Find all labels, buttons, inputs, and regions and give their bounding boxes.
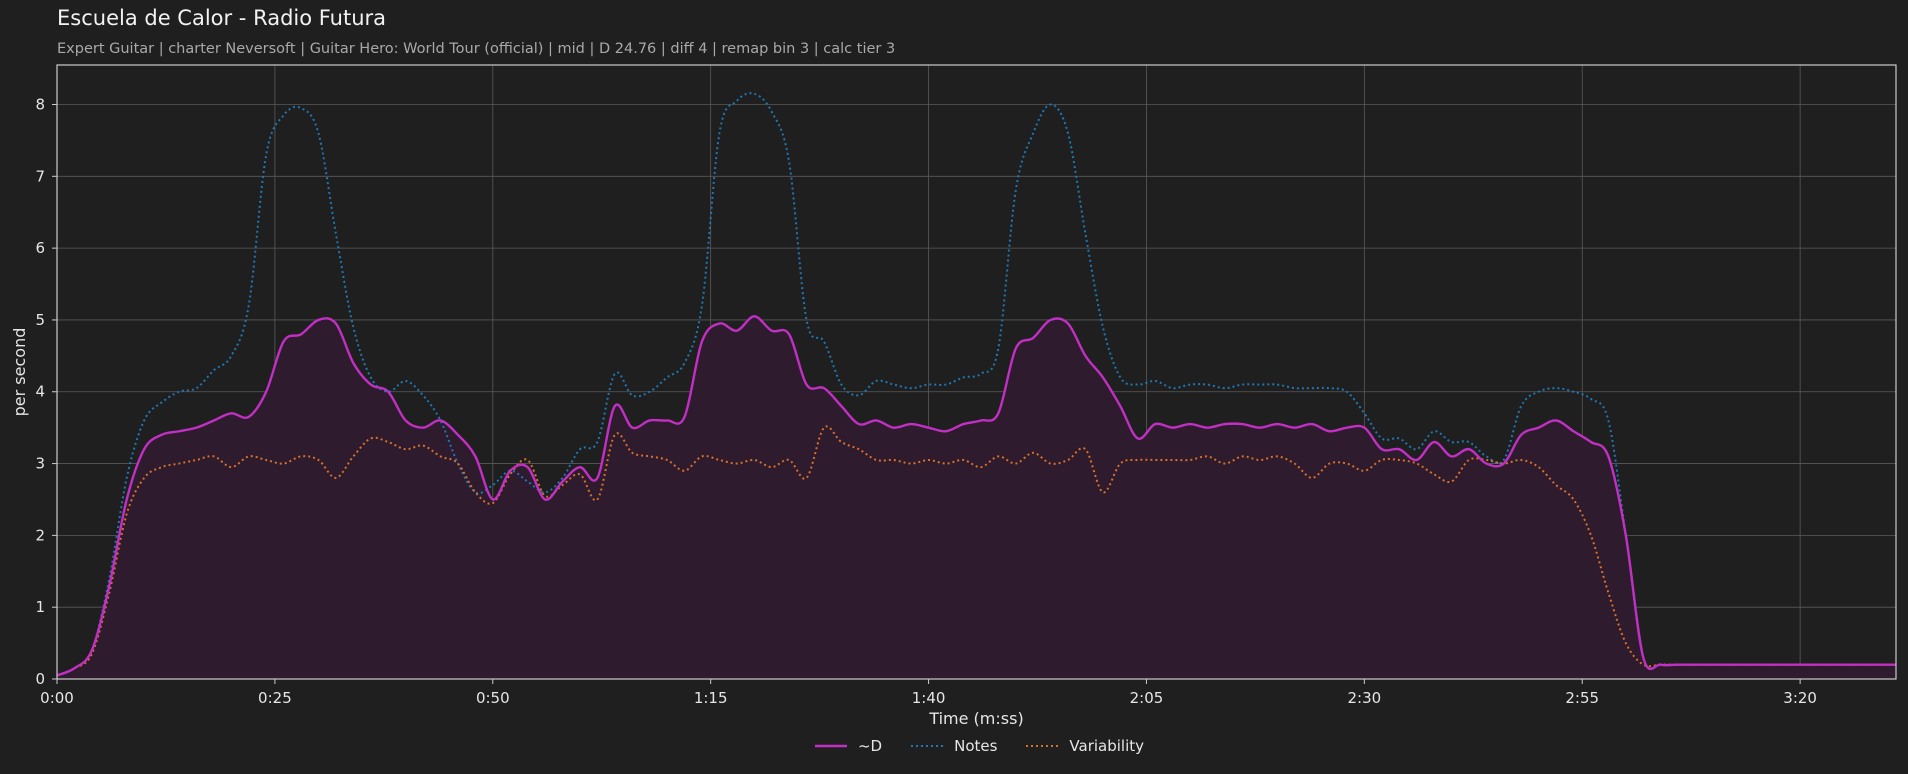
y-tick-label: 1	[35, 598, 45, 616]
x-tick-label: 2:05	[1130, 689, 1164, 707]
y-tick-label: 4	[35, 383, 45, 401]
legend-swatch-d	[814, 744, 847, 748]
x-tick-label: 0:50	[476, 689, 510, 707]
y-tick-label: 8	[35, 95, 45, 113]
line-chart: 0:00 0:25 0:50 1:15 1:40 2:05 2:30 2:55 3:20 0 1 2 3…	[10, 64, 1897, 728]
y-tick-label: 7	[35, 167, 45, 185]
y-tick-label: 6	[35, 239, 45, 257]
legend-label-d: ~D	[857, 737, 883, 755]
legend-label-notes: Notes	[954, 737, 998, 755]
x-tick-label: 1:15	[694, 689, 728, 707]
y-tick-label: 5	[35, 311, 45, 329]
legend-item-variability: Variability	[1025, 737, 1144, 755]
y-tick-label: 0	[35, 670, 45, 688]
series-layer	[56, 92, 1896, 679]
legend-item-notes: Notes	[910, 737, 997, 755]
legend-swatch-variability	[1026, 745, 1059, 747]
x-tick-label: 1:40	[912, 689, 946, 707]
legend: ~D Notes Variability	[0, 737, 1908, 755]
x-tick-label: 0:00	[40, 689, 74, 707]
x-tick-label: 0:25	[258, 689, 292, 707]
x-tick-label: 3:20	[1783, 689, 1817, 707]
y-tick-label: 3	[35, 455, 45, 473]
y-axis-label: per second	[10, 328, 29, 417]
x-axis-label: Time (m:ss)	[928, 709, 1023, 728]
x-tick-label: 2:30	[1348, 689, 1382, 707]
legend-label-variability: Variability	[1069, 737, 1145, 755]
y-tick-label: 2	[35, 526, 45, 544]
x-tick-label: 2:55	[1565, 689, 1599, 707]
legend-swatch-notes	[911, 745, 944, 747]
legend-item-d: ~D	[814, 737, 882, 755]
